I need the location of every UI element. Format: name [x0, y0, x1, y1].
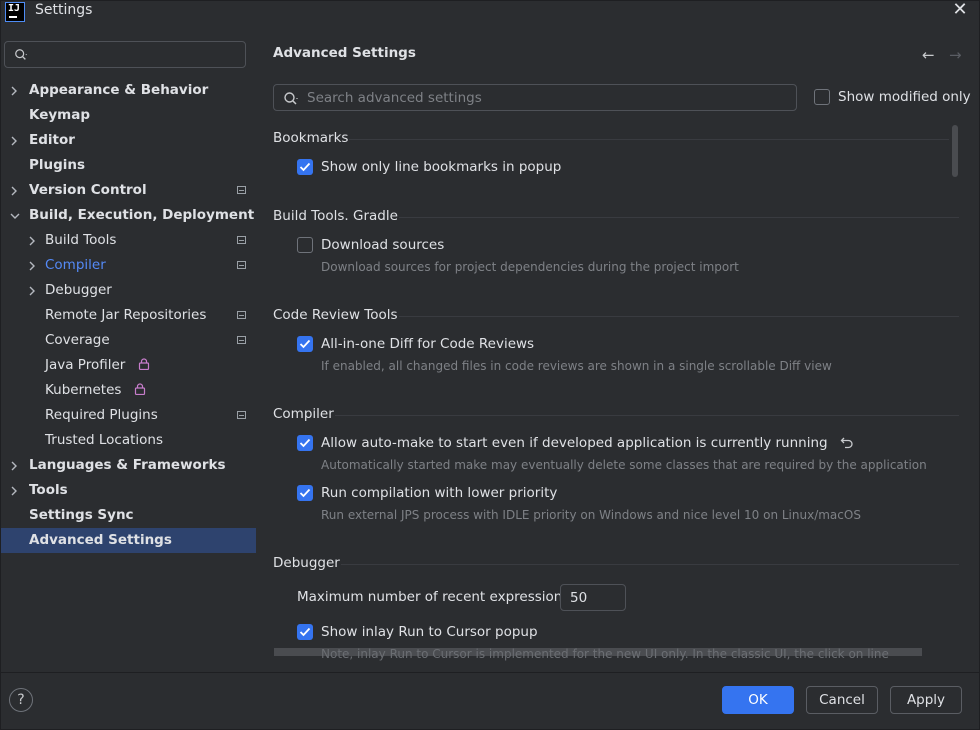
- inlay-run-to-cursor-checkbox[interactable]: [297, 624, 313, 640]
- intellij-logo-icon: IJ: [5, 2, 25, 22]
- chevron-down-icon[interactable]: [10, 203, 20, 228]
- chevron-right-icon[interactable]: [10, 78, 20, 103]
- vertical-scrollbar[interactable]: [952, 125, 958, 177]
- download-sources-checkbox[interactable]: [297, 237, 313, 253]
- sidebar-item-settings-sync[interactable]: Settings Sync: [29, 503, 134, 528]
- section-header-debugger: Debugger: [273, 555, 340, 571]
- sidebar-item-tools[interactable]: Tools: [29, 478, 68, 503]
- chevron-right-icon[interactable]: [28, 228, 38, 253]
- section-header-gradle: Build Tools. Gradle: [273, 208, 398, 224]
- sidebar-item-languages[interactable]: Languages & Frameworks: [29, 453, 226, 478]
- section-divider: [399, 316, 959, 317]
- sidebar-item-debugger[interactable]: Debugger: [45, 278, 112, 303]
- project-level-icon: [237, 311, 246, 319]
- chevron-right-icon[interactable]: [28, 253, 38, 278]
- chevron-right-icon[interactable]: [10, 128, 20, 153]
- max-expressions-label: Maximum number of recent expressions:: [297, 589, 574, 605]
- lower-priority-desc: Run external JPS process with IDLE prior…: [321, 508, 861, 522]
- max-expressions-input[interactable]: 50: [560, 584, 626, 611]
- search-icon: [15, 49, 28, 60]
- section-divider: [349, 139, 949, 140]
- sidebar-item-java-profiler[interactable]: Java Profiler: [45, 353, 150, 378]
- project-level-icon: [237, 411, 246, 419]
- section-divider: [399, 217, 959, 218]
- all-in-one-diff-checkbox[interactable]: [297, 336, 313, 352]
- inlay-run-to-cursor-label: Show inlay Run to Cursor popup: [321, 624, 538, 640]
- apply-button[interactable]: Apply: [890, 686, 962, 714]
- lower-priority-checkbox[interactable]: [297, 485, 313, 501]
- download-sources-desc: Download sources for project dependencie…: [321, 260, 739, 274]
- all-in-one-diff-desc: If enabled, all changed files in code re…: [321, 359, 832, 373]
- window-title: Settings: [35, 2, 93, 18]
- sidebar-item-keymap[interactable]: Keymap: [29, 103, 90, 128]
- project-level-icon: [237, 336, 246, 344]
- sidebar-item-plugins[interactable]: Plugins: [29, 153, 85, 178]
- ok-button[interactable]: OK: [722, 686, 794, 714]
- chevron-right-icon[interactable]: [10, 453, 20, 478]
- sidebar-item-remote-jar[interactable]: Remote Jar Repositories: [45, 303, 206, 328]
- sidebar-item-build-tools[interactable]: Build Tools: [45, 228, 116, 253]
- section-header-compiler: Compiler: [273, 406, 334, 422]
- chevron-right-icon[interactable]: [10, 178, 20, 203]
- chevron-right-icon[interactable]: [10, 478, 20, 503]
- section-header-bookmarks: Bookmarks: [273, 130, 349, 146]
- dialog-footer: ? OK Cancel Apply: [0, 672, 980, 730]
- auto-make-row: Allow auto-make to start even if develop…: [321, 435, 854, 451]
- line-bookmarks-checkbox[interactable]: [297, 159, 313, 175]
- sidebar-item-editor[interactable]: Editor: [29, 128, 75, 153]
- project-level-icon: [237, 186, 246, 194]
- max-expressions-value: 50: [570, 590, 588, 606]
- reset-default-icon[interactable]: [840, 435, 854, 449]
- sidebar-item-compiler[interactable]: Compiler: [45, 253, 106, 278]
- auto-make-checkbox[interactable]: [297, 435, 313, 451]
- page-title: Advanced Settings: [273, 45, 416, 61]
- all-in-one-diff-label: All-in-one Diff for Code Reviews: [321, 336, 535, 352]
- lower-priority-label: Run compilation with lower priority: [321, 485, 558, 501]
- sidebar-item-coverage[interactable]: Coverage: [45, 328, 110, 353]
- show-modified-label: Show modified only: [838, 89, 971, 105]
- cancel-button[interactable]: Cancel: [806, 686, 878, 714]
- title-bar: IJ Settings ✕: [0, 0, 980, 28]
- sidebar-item-required-plugins[interactable]: Required Plugins: [45, 403, 158, 428]
- settings-sidebar: Appearance & Behavior Keymap Editor Plug…: [0, 28, 258, 672]
- lock-icon: [138, 358, 149, 370]
- sidebar-search-input[interactable]: [4, 41, 246, 68]
- section-divider: [335, 415, 959, 416]
- close-icon[interactable]: ✕: [950, 0, 970, 20]
- download-sources-label: Download sources: [321, 237, 445, 253]
- advanced-settings-panel: Advanced Settings ← → Search advanced se…: [259, 28, 980, 672]
- sidebar-item-build-execution[interactable]: Build, Execution, Deployment: [29, 203, 254, 228]
- inlay-run-to-cursor-desc: Note, inlay Run to Cursor is implemented…: [321, 647, 889, 661]
- sidebar-item-advanced-settings[interactable]: Advanced Settings: [0, 528, 256, 553]
- advanced-search-input[interactable]: Search advanced settings: [273, 84, 797, 111]
- help-button[interactable]: ?: [9, 688, 33, 712]
- sidebar-item-appearance[interactable]: Appearance & Behavior: [29, 78, 208, 103]
- project-level-icon: [237, 261, 246, 269]
- auto-make-desc: Automatically started make may eventuall…: [321, 458, 927, 472]
- auto-make-label: Allow auto-make to start even if develop…: [321, 435, 828, 451]
- sidebar-item-label: Kubernetes: [45, 382, 122, 398]
- back-arrow-icon[interactable]: ←: [922, 46, 935, 64]
- forward-arrow-icon[interactable]: →: [949, 46, 962, 64]
- sidebar-item-kubernetes[interactable]: Kubernetes: [45, 378, 146, 403]
- show-modified-checkbox[interactable]: [814, 89, 830, 105]
- project-level-icon: [237, 236, 246, 244]
- lock-icon: [134, 383, 145, 395]
- search-placeholder: Search advanced settings: [307, 90, 482, 106]
- sidebar-item-version-control[interactable]: Version Control: [29, 178, 147, 203]
- section-divider: [341, 564, 959, 565]
- section-header-code-review: Code Review Tools: [273, 307, 398, 323]
- chevron-right-icon[interactable]: [28, 278, 38, 303]
- sidebar-item-trusted-locations[interactable]: Trusted Locations: [45, 428, 163, 453]
- search-icon: [284, 92, 298, 105]
- sidebar-item-label: Java Profiler: [45, 357, 126, 373]
- line-bookmarks-label: Show only line bookmarks in popup: [321, 159, 562, 175]
